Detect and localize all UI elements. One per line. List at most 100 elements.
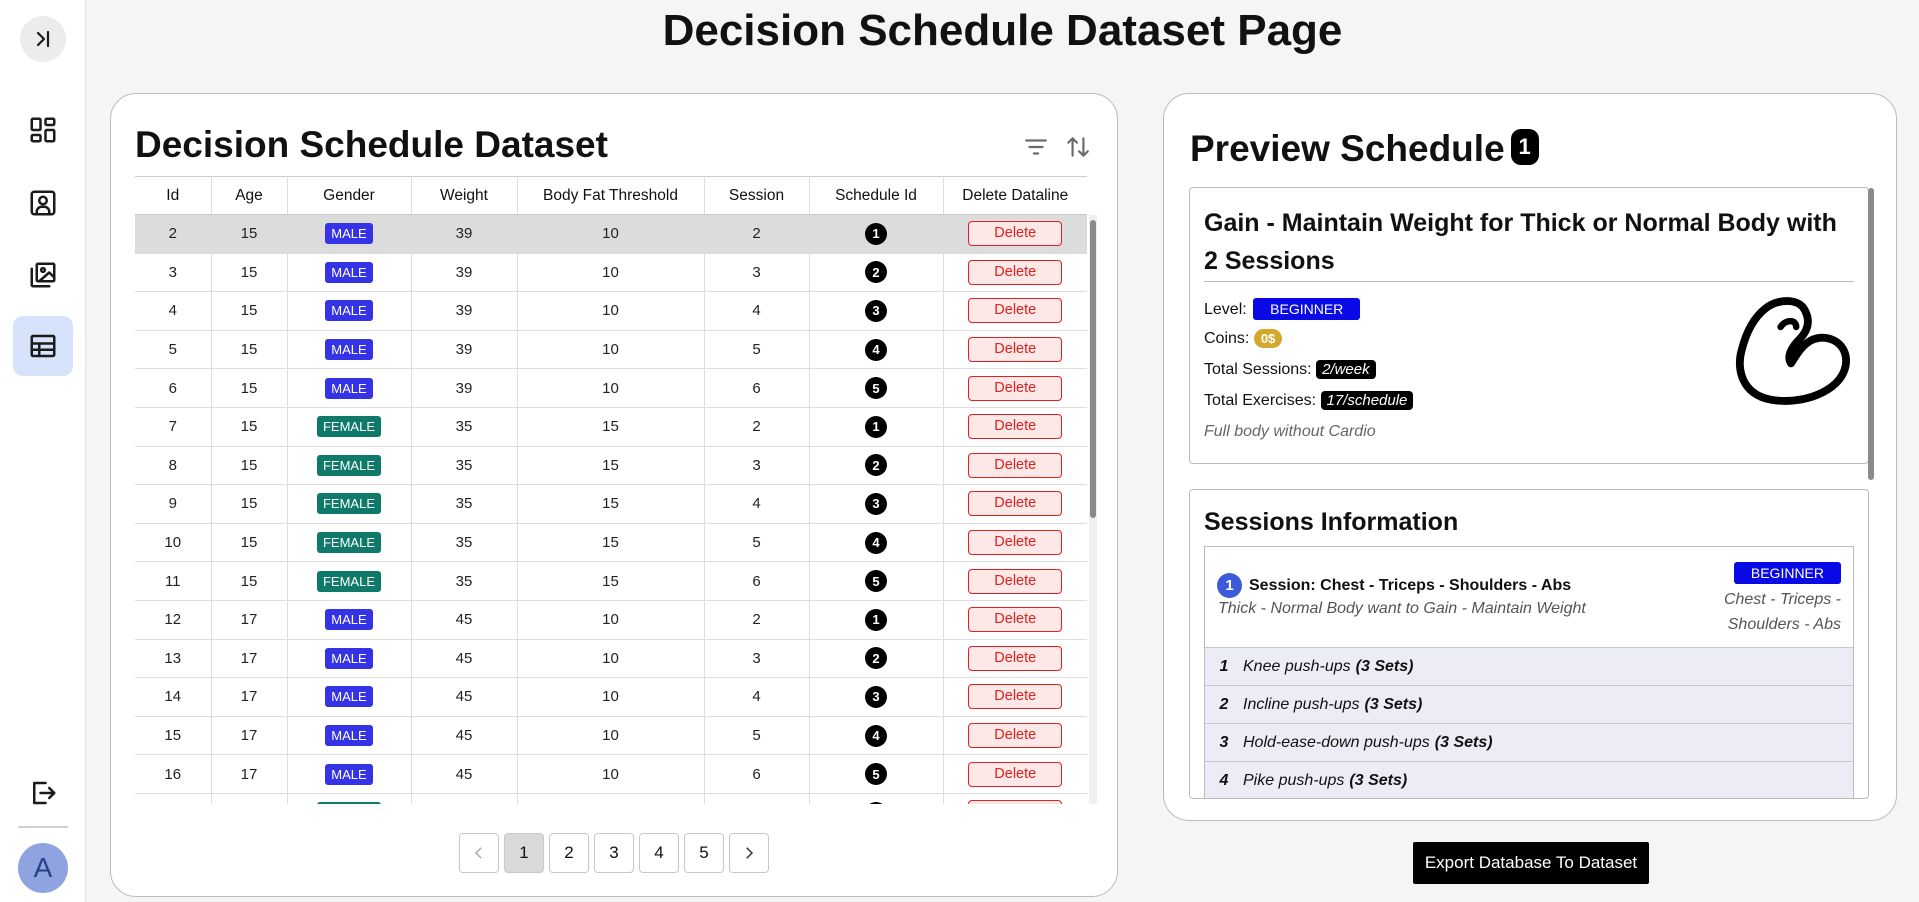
preview-card: Preview Schedule 1 Gain - Maintain Weight…: [1163, 93, 1897, 821]
cell-weight: 35: [411, 446, 518, 486]
table-row[interactable]: 12 17 MALE 45 10 2 1 Delete: [135, 600, 1087, 640]
exercise-row[interactable]: 1 Knee push-ups (3 Sets): [1205, 647, 1853, 685]
delete-button[interactable]: Delete: [968, 723, 1063, 749]
delete-button[interactable]: Delete: [968, 607, 1063, 633]
cell-delete: Delete: [943, 677, 1087, 717]
cell-schedule: 5: [809, 561, 944, 601]
avatar[interactable]: A: [18, 843, 68, 893]
table-scrollbar-thumb[interactable]: [1090, 220, 1096, 518]
schedule-id-badge[interactable]: 4: [865, 724, 887, 747]
column-header[interactable]: Age: [211, 176, 288, 215]
filter-icon[interactable]: [1023, 134, 1049, 160]
column-header[interactable]: Gender: [287, 176, 412, 215]
schedule-id-badge[interactable]: 1: [865, 415, 887, 438]
column-header[interactable]: Session: [704, 176, 810, 215]
table-row[interactable]: 11 15 FEMALE 35 15 6 5 Delete: [135, 561, 1087, 601]
schedule-id-badge[interactable]: 5: [865, 763, 887, 786]
page-button[interactable]: 5: [684, 833, 724, 873]
next-page-button[interactable]: [729, 833, 769, 873]
chevron-right-icon: [746, 847, 754, 859]
table-row[interactable]: 1717 FEMALE 40152 1 Delete: [135, 793, 1087, 804]
cell-weight: 35: [411, 407, 518, 447]
cell-gender: FEMALE: [287, 793, 412, 804]
table-row[interactable]: 15 17 MALE 45 10 5 4 Delete: [135, 716, 1087, 756]
delete-button[interactable]: Delete: [968, 221, 1063, 247]
table-row[interactable]: 16 17 MALE 45 10 6 5 Delete: [135, 754, 1087, 794]
preview-count-badge: 1: [1510, 129, 1539, 166]
cell-delete: Delete: [943, 368, 1087, 408]
cell-session: 3: [704, 639, 810, 679]
logout-button[interactable]: [13, 763, 73, 823]
schedule-id-badge[interactable]: 4: [865, 338, 887, 361]
schedule-id-badge[interactable]: 4: [865, 531, 887, 554]
table-row[interactable]: 4 15 MALE 39 10 4 3 Delete: [135, 291, 1087, 331]
exercise-row[interactable]: 2 Incline push-ups (3 Sets): [1205, 685, 1853, 723]
exercise-row[interactable]: 3 Hold-ease-down push-ups (3 Sets): [1205, 723, 1853, 761]
sidebar-item-dataset[interactable]: [13, 316, 73, 376]
delete-button[interactable]: Delete: [968, 491, 1063, 517]
cell-delete: Delete: [943, 716, 1087, 756]
column-header[interactable]: Id: [135, 176, 212, 215]
table-row[interactable]: 14 17 MALE 45 10 4 3 Delete: [135, 677, 1087, 717]
collapse-sidebar-button[interactable]: [20, 16, 66, 62]
schedule-id-badge[interactable]: 1: [865, 222, 887, 245]
table-row[interactable]: 13 17 MALE 45 10 3 2 Delete: [135, 639, 1087, 679]
table-row[interactable]: 7 15 FEMALE 35 15 2 1 Delete: [135, 407, 1087, 447]
schedule-id-badge[interactable]: 1: [865, 801, 887, 804]
delete-button[interactable]: Delete: [968, 298, 1063, 324]
column-header[interactable]: Schedule Id: [809, 176, 944, 215]
schedule-id-badge[interactable]: 1: [865, 608, 887, 631]
schedule-id-badge[interactable]: 2: [865, 261, 887, 284]
schedule-id-badge[interactable]: 3: [865, 299, 887, 322]
schedule-scrollbar-thumb[interactable]: [1868, 188, 1874, 480]
table-row[interactable]: 6 15 MALE 39 10 6 5 Delete: [135, 368, 1087, 408]
delete-button[interactable]: Delete: [968, 568, 1063, 594]
cell-bft: 10: [517, 253, 705, 293]
column-header[interactable]: Body Fat Threshold: [517, 176, 705, 215]
delete-button[interactable]: Delete: [968, 375, 1063, 401]
cell-gender: MALE: [287, 716, 412, 756]
cell-id: 4: [135, 291, 212, 331]
cell-session: 3: [704, 446, 810, 486]
schedule-id-badge[interactable]: 5: [865, 377, 887, 400]
column-header[interactable]: Delete Dataline: [943, 176, 1087, 215]
gender-badge: MALE: [325, 339, 373, 361]
schedule-id-badge[interactable]: 3: [865, 685, 887, 708]
schedule-id-badge[interactable]: 5: [865, 570, 887, 593]
exercise-name: Incline push-ups: [1243, 695, 1360, 713]
table-row[interactable]: 2 15 MALE 39 10 2 1 Delete: [135, 214, 1087, 254]
table-row[interactable]: 5 15 MALE 39 10 5 4 Delete: [135, 330, 1087, 370]
delete-button[interactable]: Delete: [968, 530, 1063, 556]
delete-button[interactable]: Delete: [968, 761, 1063, 787]
delete-button[interactable]: Delete: [968, 684, 1063, 710]
sidebar-item-profile[interactable]: [13, 173, 73, 233]
export-dataset-button[interactable]: Export Database To Dataset: [1413, 842, 1649, 884]
delete-button[interactable]: Delete: [968, 452, 1063, 478]
page-button[interactable]: 1: [504, 833, 544, 873]
delete-button[interactable]: Delete: [968, 800, 1063, 804]
column-header[interactable]: Weight: [411, 176, 518, 215]
exercise-row[interactable]: 4 Pike push-ups (3 Sets): [1205, 761, 1853, 798]
delete-button[interactable]: Delete: [968, 259, 1063, 285]
table-row[interactable]: 8 15 FEMALE 35 15 3 2 Delete: [135, 446, 1087, 486]
schedule-id-badge[interactable]: 2: [865, 454, 887, 477]
page-button[interactable]: 4: [639, 833, 679, 873]
cell-gender: FEMALE: [287, 523, 412, 563]
sort-icon[interactable]: [1065, 134, 1091, 160]
page-button[interactable]: 3: [594, 833, 634, 873]
dataset-table-container[interactable]: Id Age Gender Weight Body Fat Threshold Sessi…: [135, 176, 1097, 804]
table-row[interactable]: 3 15 MALE 39 10 3 2 Delete: [135, 253, 1087, 293]
delete-button[interactable]: Delete: [968, 414, 1063, 440]
schedule-id-badge[interactable]: 3: [865, 492, 887, 515]
table-row[interactable]: 9 15 FEMALE 35 15 4 3 Delete: [135, 484, 1087, 524]
prev-page-button[interactable]: [459, 833, 499, 873]
sidebar-item-dashboard[interactable]: [13, 100, 73, 160]
page-button[interactable]: 2: [549, 833, 589, 873]
sidebar-item-gallery[interactable]: [13, 245, 73, 305]
delete-button[interactable]: Delete: [968, 645, 1063, 671]
table-row[interactable]: 10 15 FEMALE 35 15 5 4 Delete: [135, 523, 1087, 563]
schedule-id-badge[interactable]: 2: [865, 647, 887, 670]
delete-button[interactable]: Delete: [968, 337, 1063, 363]
cell-schedule: 3: [809, 291, 944, 331]
session-level-badge: BEGINNER: [1733, 562, 1841, 584]
